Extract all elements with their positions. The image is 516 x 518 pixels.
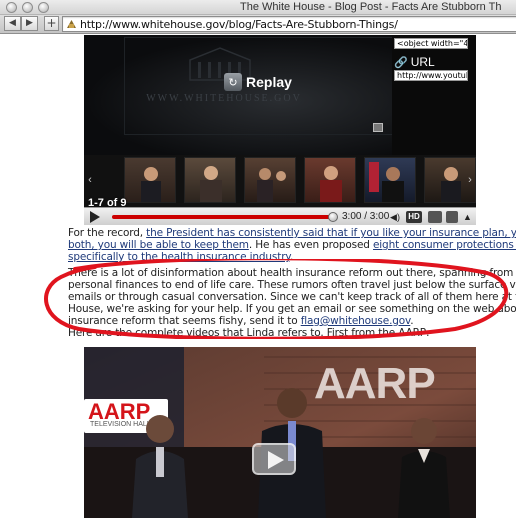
replay-icon: ↻ xyxy=(224,73,242,91)
forward-button[interactable]: ▶ xyxy=(21,16,38,31)
time-display: 3:00 / 3:00 xyxy=(342,211,390,222)
president-said-link-cont[interactable]: both, you will be able to keep them xyxy=(68,239,249,251)
volume-icon[interactable]: ◀) xyxy=(390,211,400,223)
scrubber-handle[interactable] xyxy=(328,212,338,222)
video-filmstrip: ‹ › 1-7 of 9 xyxy=(84,155,476,209)
filmstrip-next-arrow-icon[interactable]: › xyxy=(464,172,476,188)
progress-bar[interactable] xyxy=(112,215,334,219)
close-window-button[interactable] xyxy=(6,2,17,13)
panel-guests xyxy=(132,388,450,518)
video-thumbnail[interactable] xyxy=(184,157,236,203)
video-thumbnail[interactable] xyxy=(124,157,176,203)
fullscreen-icon[interactable]: ▲ xyxy=(462,211,473,223)
player-controls: 3:00 / 3:00 ◀) HD ▲ xyxy=(84,207,476,225)
hd-button[interactable]: HD xyxy=(406,211,422,223)
filmstrip-prev-arrow-icon[interactable]: ‹ xyxy=(84,172,96,188)
play-overlay-icon xyxy=(268,451,284,469)
address-bar[interactable]: http://www.whitehouse.gov/blog/Facts-Are… xyxy=(62,16,516,32)
embed-panel: <object width="425" 🔗 URL http://www.you… xyxy=(392,35,476,155)
p1-text: . He has even proposed xyxy=(248,239,373,251)
minimize-window-button[interactable] xyxy=(22,2,33,13)
back-button[interactable]: ◀ xyxy=(4,16,21,31)
consumer-protections-link[interactable]: eight consumer protections relating xyxy=(373,239,516,251)
widescreen-icon[interactable] xyxy=(446,211,458,223)
p1-line-1: For the record, the President has consis… xyxy=(68,227,516,239)
embed-code-field[interactable]: <object width="425" xyxy=(394,38,468,49)
browser-toolbar: ◀ ▶ + http://www.whitehouse.gov/blog/Fac… xyxy=(0,15,516,34)
video-watermark: WWW.WHITEHOUSE.GOV xyxy=(146,93,302,104)
president-said-link[interactable]: the President has consistently said that… xyxy=(146,227,516,239)
p1-line-2: both, you will be able to keep them. He … xyxy=(68,239,516,251)
url-text[interactable]: http://www.whitehouse.gov/blog/Facts-Are… xyxy=(80,18,398,31)
window-titlebar: The White House - Blog Post - Facts Are … xyxy=(0,0,516,15)
replay-label: Replay xyxy=(246,74,292,90)
video-thumbnail[interactable] xyxy=(304,157,356,203)
video-thumbnail[interactable] xyxy=(244,157,296,203)
web-page: WWW.WHITEHOUSE.GOV ↻ Replay <object widt… xyxy=(0,35,516,518)
zoom-window-button[interactable] xyxy=(38,2,49,13)
whitehouse-favicon-icon xyxy=(67,20,76,28)
video-player-1[interactable]: WWW.WHITEHOUSE.GOV ↻ Replay <object widt… xyxy=(84,35,476,225)
video-thumbnail[interactable] xyxy=(364,157,416,203)
share-icon[interactable] xyxy=(373,123,383,132)
p1-text: For the record, xyxy=(68,227,147,239)
url-label-text: URL xyxy=(410,55,435,69)
video-player-2[interactable]: AARP AARP TELEVISION HALL xyxy=(84,347,476,518)
window-title: The White House - Blog Post - Facts Are … xyxy=(240,1,502,13)
link-icon: 🔗 xyxy=(394,56,408,69)
red-annotation-circle xyxy=(44,259,509,339)
play-overlay-button[interactable] xyxy=(252,443,296,475)
add-bookmark-button[interactable]: + xyxy=(44,16,59,31)
video-url-field[interactable]: http://www.youtube. xyxy=(394,70,468,81)
url-label: 🔗 URL xyxy=(394,55,435,69)
replay-button[interactable]: ↻ Replay xyxy=(224,73,292,91)
paragraph-1: For the record, the President has consis… xyxy=(68,227,516,263)
popout-icon[interactable] xyxy=(428,211,442,223)
play-icon[interactable] xyxy=(90,211,100,223)
